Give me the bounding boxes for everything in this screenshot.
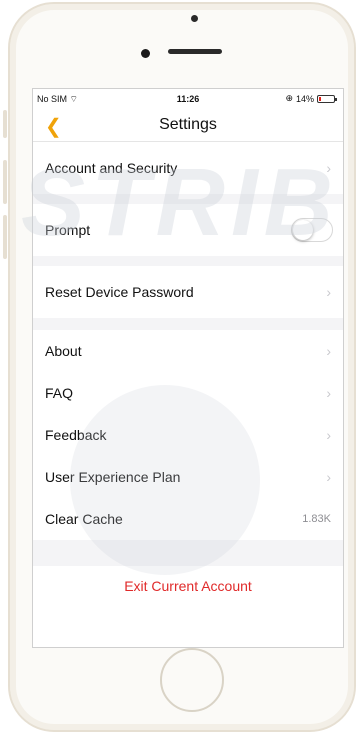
settings-group-prompt: Prompt [33,204,343,256]
volume-up-button [3,160,7,204]
chevron-right-icon: › [326,469,331,485]
prompt-row: Prompt [33,204,343,256]
chevron-right-icon: › [326,284,331,300]
charging-lock-icon: ⊕ [285,93,293,103]
exit-account-button[interactable]: Exit Current Account [33,566,343,606]
about-row[interactable]: About › [33,330,343,372]
home-button[interactable] [160,648,224,712]
clear-cache-label: Clear Cache [45,511,123,527]
reset-password-row[interactable]: Reset Device Password › [33,266,343,318]
faq-row[interactable]: FAQ › [33,372,343,414]
section-gap [33,318,343,330]
battery-percent: 14% [295,93,314,104]
section-gap [33,540,343,566]
account-security-label: Account and Security [45,160,178,176]
about-label: About [45,343,82,359]
prompt-toggle[interactable] [291,218,333,242]
proximity-sensor [191,15,198,22]
chevron-right-icon: › [326,343,331,359]
settings-group-account: Account and Security › [33,142,343,194]
settings-group-device: Reset Device Password › [33,266,343,318]
volume-down-button [3,215,7,259]
status-bar: No SIM ⌔ 11:26 ⊕ 14% [33,89,343,109]
navigation-bar: ❮ Settings [33,109,343,142]
section-gap [33,194,343,204]
account-security-row[interactable]: Account and Security › [33,142,343,194]
clear-cache-row[interactable]: Clear Cache 1.83K [33,498,343,540]
feedback-label: Feedback [45,427,107,443]
user-experience-label: User Experience Plan [45,469,181,485]
battery-indicator: ⊕ 14% [285,93,337,104]
chevron-right-icon: › [326,160,331,176]
feedback-row[interactable]: Feedback › [33,414,343,456]
front-camera [141,49,150,58]
cache-size: 1.83K [302,513,331,525]
app-screen: No SIM ⌔ 11:26 ⊕ 14% ❮ Settings Account … [32,88,344,648]
user-experience-row[interactable]: User Experience Plan › [33,456,343,498]
chevron-right-icon: › [326,427,331,443]
exit-group: Exit Current Account [33,566,343,606]
mute-switch [3,110,7,138]
page-title: Settings [159,116,217,133]
section-gap [33,256,343,266]
toggle-knob [293,220,313,240]
faq-label: FAQ [45,385,74,401]
prompt-label: Prompt [45,222,91,238]
battery-icon [317,94,337,103]
earpiece-speaker [168,49,222,54]
settings-group-info: About › FAQ › Feedback › User Experience… [33,330,343,540]
reset-password-label: Reset Device Password [45,284,194,300]
chevron-right-icon: › [326,385,331,401]
